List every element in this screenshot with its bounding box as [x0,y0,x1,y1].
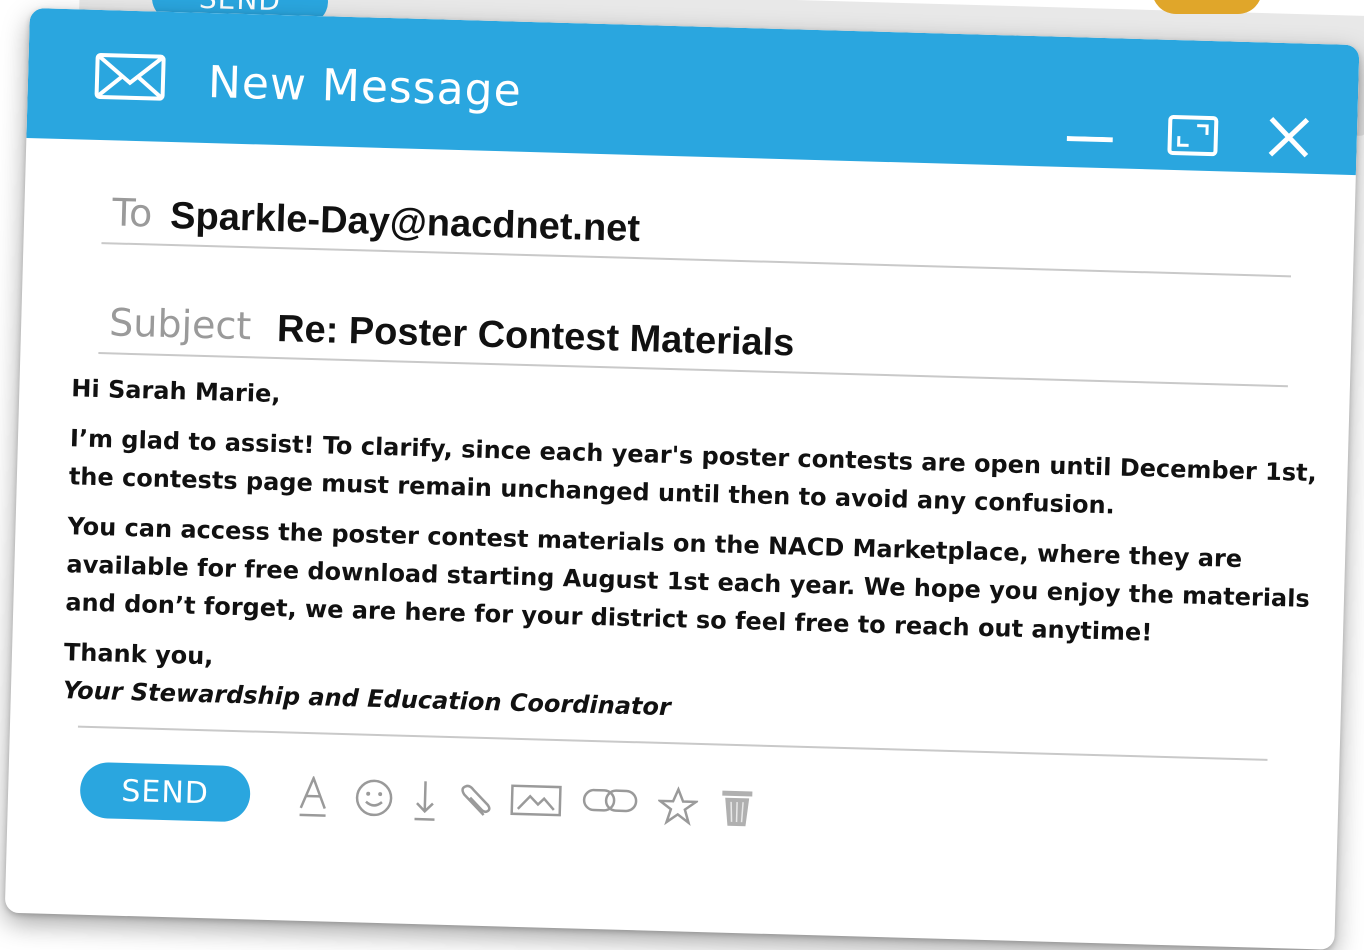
link-icon[interactable] [582,784,639,822]
subject-label: Subject [109,300,252,348]
message-paragraph-2: You can access the poster contest materi… [65,507,1318,656]
close-button[interactable] [1266,115,1311,164]
star-icon[interactable] [657,786,698,831]
image-icon[interactable] [509,782,562,823]
envelope-icon [93,52,166,106]
to-value[interactable]: Sparkle-Day@nacdnet.net [170,195,641,251]
window-title: New Message [207,57,522,117]
attach-icon[interactable] [453,780,496,827]
to-field[interactable]: To Sparkle-Day@nacdnet.net [101,180,1292,277]
download-icon[interactable] [411,779,438,828]
subject-value[interactable]: Re: Poster Contest Materials [277,308,795,365]
send-button[interactable]: SEND [79,762,250,823]
minimize-button[interactable] [1066,129,1115,149]
maximize-button[interactable] [1166,114,1219,161]
emoji-icon[interactable] [353,777,394,822]
to-label: To [112,190,153,235]
text-format-icon[interactable] [297,776,328,823]
message-body[interactable]: Hi Sarah Marie, I’m glad to assist! To c… [62,369,1321,744]
trash-icon[interactable] [719,788,754,833]
background-badge [1152,0,1262,14]
compose-window: New Message To Sparkle-Day@nacdnet.net S… [5,8,1360,950]
subject-field[interactable]: Subject Re: Poster Contest Materials [98,290,1289,387]
